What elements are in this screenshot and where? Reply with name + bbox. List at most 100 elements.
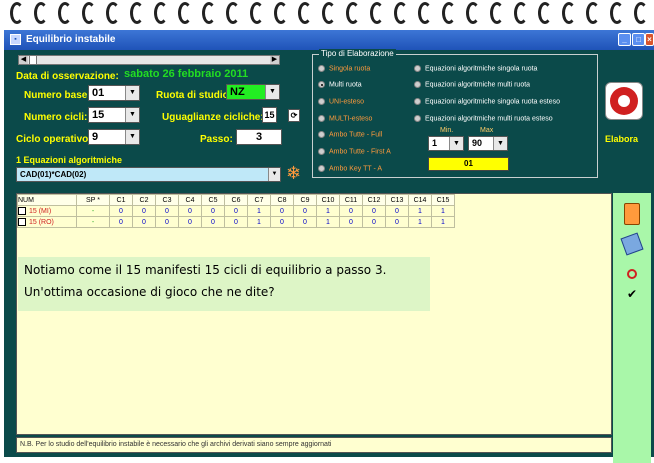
row-value-cell: 0: [293, 205, 317, 217]
table-header-cell[interactable]: C11: [339, 194, 363, 206]
radio-ambo-tutte-full[interactable]: Ambo Tutte - Full: [318, 131, 382, 138]
spiral-ring: [250, 2, 264, 24]
table-header-row: NUM SP * C1 C2 C3 C4 C5 C6 C7 C8 C9 C10 C11 C12 C13 C14…: [17, 194, 455, 206]
passo-input[interactable]: 3: [236, 129, 282, 145]
radio-eq-singola[interactable]: Equazioni algoritmiche singola ruota: [414, 65, 537, 72]
row-value-cell: 1: [316, 205, 340, 217]
chevron-down-icon[interactable]: ▼: [449, 137, 463, 150]
refresh-icon[interactable]: ⟳: [288, 109, 300, 122]
spiral-ring: [154, 2, 168, 24]
ruota-select[interactable]: NZ ▼: [226, 84, 280, 100]
checkmark-icon[interactable]: ✔: [627, 287, 637, 301]
slider-thumb[interactable]: [29, 56, 37, 64]
row-value-cell: 0: [224, 216, 248, 228]
row-value-cell: 0: [339, 216, 363, 228]
table-header-cell[interactable]: C1: [109, 194, 133, 206]
close-icon[interactable]: ×: [645, 33, 654, 46]
table-empty-row: [18, 327, 455, 338]
spiral-ring: [586, 2, 600, 24]
results-table: NUM SP * C1 C2 C3 C4 C5 C6 C7 C8 C9 C10 C11 C12 C13 C14…: [17, 194, 455, 434]
slider-left-arrow-icon[interactable]: ◀: [19, 56, 28, 64]
table-header-cell[interactable]: NUM: [17, 194, 77, 206]
table-header-cell[interactable]: C3: [155, 194, 179, 206]
spiral-ring: [610, 2, 624, 24]
table-header-cell[interactable]: C2: [132, 194, 156, 206]
radio-ambo-key[interactable]: Ambo Key TT - A: [318, 165, 382, 172]
chevron-down-icon[interactable]: ▼: [125, 108, 139, 122]
spiral-ring: [418, 2, 432, 24]
chevron-down-icon[interactable]: ▼: [265, 85, 279, 99]
row-checkbox[interactable]: [18, 207, 26, 215]
table-header-cell[interactable]: C15: [431, 194, 455, 206]
chevron-down-icon[interactable]: ▼: [493, 137, 507, 150]
spiral-ring: [562, 2, 576, 24]
spiral-ring: [34, 2, 48, 24]
notepad-icon[interactable]: [620, 232, 644, 256]
table-header-cell[interactable]: C13: [385, 194, 409, 206]
row-num-cell[interactable]: 15 (RO): [17, 216, 77, 228]
table-header-cell[interactable]: C4: [178, 194, 202, 206]
table-header-cell[interactable]: SP *: [76, 194, 110, 206]
row-num-label: 15 (MI): [29, 207, 52, 215]
spiral-ring: [10, 2, 24, 24]
uguaglianze-input[interactable]: 15: [262, 107, 277, 123]
ciclo-select[interactable]: 9 ▼: [88, 129, 140, 145]
row-num-label: 15 (RO): [29, 218, 54, 226]
main-window: ▪ Equilibrio instabile _ □ × ◀ ▶ Data di…: [4, 30, 654, 463]
row-num-cell[interactable]: 15 (MI): [17, 205, 77, 217]
table-header-cell[interactable]: C5: [201, 194, 225, 206]
elabora-button-icon[interactable]: [605, 82, 643, 120]
table-header-cell[interactable]: C10: [316, 194, 340, 206]
table-header-cell[interactable]: C8: [270, 194, 294, 206]
minimize-icon[interactable]: _: [618, 33, 631, 46]
table-row[interactable]: 15 (MI) -0 0 0 0 0 0 1 0 0 1 0 0 0 1 1: [17, 205, 455, 217]
uguaglianze-label: Uguaglianze cicliche:: [162, 112, 264, 123]
numero-base-select[interactable]: 01 ▼: [88, 85, 140, 101]
power-icon: [610, 87, 638, 115]
date-slider[interactable]: ◀ ▶: [18, 55, 280, 65]
table-header-cell[interactable]: C14: [408, 194, 432, 206]
radio-singola-ruota[interactable]: Singola ruota: [318, 65, 370, 72]
passo-label: Passo:: [200, 134, 233, 145]
radio-eq-singola-esteso[interactable]: Equazioni algoritmiche singola ruota est…: [414, 98, 560, 105]
spiral-ring: [442, 2, 456, 24]
spiral-ring: [226, 2, 240, 24]
min-select[interactable]: 1 ▼: [428, 136, 464, 151]
row-value-cell: 1: [247, 216, 271, 228]
table-empty-row: [18, 349, 455, 360]
row-value-cell: 0: [132, 205, 156, 217]
spiral-ring: [346, 2, 360, 24]
equazioni-select[interactable]: CAD(01)*CAD(02) ▼: [16, 167, 281, 182]
chevron-down-icon[interactable]: ▼: [125, 130, 139, 144]
row-sp-cell: -: [76, 205, 110, 217]
snowflake-icon[interactable]: ❄: [286, 164, 301, 182]
table-row[interactable]: 15 (RO) -0 0 0 0 0 0 1 0 0 1 0 0 0 1 1: [17, 216, 455, 228]
row-checkbox[interactable]: [18, 218, 26, 226]
stop-icon[interactable]: [627, 269, 637, 279]
max-select[interactable]: 90 ▼: [468, 136, 508, 151]
ruota-label: Ruota di studio:: [156, 90, 233, 101]
table-header-cell[interactable]: C7: [247, 194, 271, 206]
chevron-down-icon[interactable]: ▼: [125, 86, 139, 100]
jar-icon[interactable]: [624, 203, 640, 225]
radio-ambo-tutte-first[interactable]: Ambo Tutte - First A: [318, 148, 391, 155]
elabora-button-label[interactable]: Elabora: [605, 134, 638, 144]
table-header-cell[interactable]: C9: [293, 194, 317, 206]
row-value-cell: 1: [408, 216, 432, 228]
slider-right-arrow-icon[interactable]: ▶: [270, 56, 279, 64]
radio-multi-ruota[interactable]: Multi ruota: [318, 81, 362, 88]
table-header-cell[interactable]: C12: [362, 194, 386, 206]
row-value-cell: 0: [385, 205, 409, 217]
table-empty-row: [18, 338, 455, 349]
radio-multi-esteso[interactable]: MULTI-esteso: [318, 115, 372, 122]
chevron-down-icon[interactable]: ▼: [268, 168, 280, 181]
maximize-icon[interactable]: □: [632, 33, 645, 46]
table-header-cell[interactable]: C6: [224, 194, 248, 206]
spiral-ring: [130, 2, 144, 24]
radio-eq-multi[interactable]: Equazioni algoritmiche multi ruota: [414, 81, 530, 88]
table-empty-row: [18, 382, 455, 393]
results-grid: NUM SP * C1 C2 C3 C4 C5 C6 C7 C8 C9 C10 C11 C12 C13 C14…: [16, 193, 612, 435]
numero-cicli-select[interactable]: 15 ▼: [88, 107, 140, 123]
radio-eq-multi-esteso[interactable]: Equazioni algoritmiche multi ruota estes…: [414, 115, 553, 122]
radio-uni-esteso[interactable]: UNI-esteso: [318, 98, 364, 105]
